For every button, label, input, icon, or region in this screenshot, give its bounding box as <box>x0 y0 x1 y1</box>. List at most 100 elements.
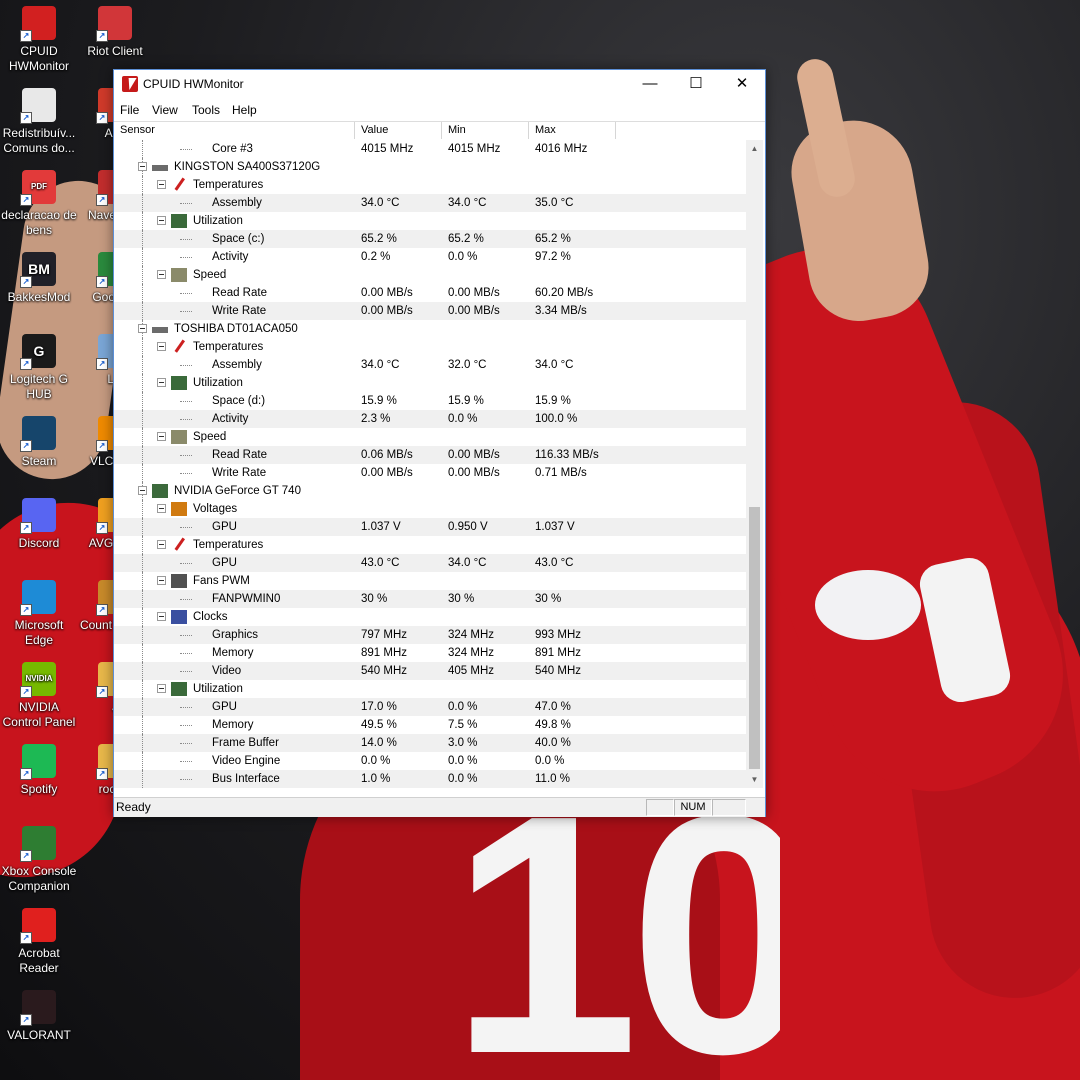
sensor-row[interactable]: FANPWMIN0 30 % 30 % 30 % <box>114 590 746 608</box>
collapse-toggle-icon[interactable] <box>157 180 166 189</box>
sensor-row[interactable]: Space (c:) 65.2 % 65.2 % 65.2 % <box>114 230 746 248</box>
title-bar[interactable]: CPUID HWMonitor — ☐ ✕ <box>114 70 765 100</box>
desktop-icon-declaracao-de-bens[interactable]: PDF ↗ declaracao de bens <box>0 170 78 238</box>
column-min[interactable]: Min <box>442 122 529 139</box>
sensor-row[interactable]: Read Rate 0.06 MB/s 0.00 MB/s 116.33 MB/s <box>114 446 746 464</box>
desktop-icon-microsoft-edge[interactable]: ↗ Microsoft Edge <box>0 580 78 648</box>
disk-icon <box>152 327 168 333</box>
sensor-group-row[interactable]: Utilization <box>114 212 746 230</box>
close-button[interactable]: ✕ <box>719 70 765 100</box>
desktop-icon-cpuid-hwmonitor[interactable]: ↗ CPUID HWMonitor <box>0 6 78 74</box>
sensor-row[interactable]: Write Rate 0.00 MB/s 0.00 MB/s 3.34 MB/s <box>114 302 746 320</box>
sensor-row[interactable]: GPU 17.0 % 0.0 % 47.0 % <box>114 698 746 716</box>
desktop-icon-acrobat-reader[interactable]: ↗ Acrobat Reader <box>0 908 78 976</box>
sensor-row[interactable]: Read Rate 0.00 MB/s 0.00 MB/s 60.20 MB/s <box>114 284 746 302</box>
sensor-row[interactable]: Activity 0.2 % 0.0 % 97.2 % <box>114 248 746 266</box>
sensor-name: Clocks <box>193 611 228 623</box>
collapse-toggle-icon[interactable] <box>157 540 166 549</box>
sensor-name: GPU <box>212 557 237 569</box>
menu-file[interactable]: File <box>120 103 139 117</box>
minimize-button[interactable]: — <box>627 70 673 100</box>
sensor-row[interactable]: Bus Interface 1.0 % 0.0 % 11.0 % <box>114 770 746 788</box>
desktop-icon-bakkesmod[interactable]: BM ↗ BakkesMod <box>0 252 78 305</box>
desktop-icon-redistribu-v-comuns-do[interactable]: ↗ Redistribuív... Comuns do... <box>0 88 78 156</box>
sensor-min: 4015 MHz <box>448 143 501 155</box>
collapse-toggle-icon[interactable] <box>157 216 166 225</box>
collapse-toggle-icon[interactable] <box>157 432 166 441</box>
sensor-row[interactable]: Activity 2.3 % 0.0 % 100.0 % <box>114 410 746 428</box>
sensor-min: 324 MHz <box>448 647 495 659</box>
column-max[interactable]: Max <box>529 122 616 139</box>
sensor-row[interactable]: Core #3 4015 MHz 4015 MHz 4016 MHz <box>114 140 746 158</box>
desktop-icon-valorant[interactable]: ↗ VALORANT <box>0 990 78 1043</box>
sensor-group-row[interactable]: Speed <box>114 428 746 446</box>
sensor-group-row[interactable]: Temperatures <box>114 176 746 194</box>
sensor-group-row[interactable]: Clocks <box>114 608 746 626</box>
menu-view[interactable]: View <box>152 103 178 117</box>
edge-icon: ↗ <box>20 580 56 616</box>
column-value[interactable]: Value <box>355 122 442 139</box>
sensor-row[interactable]: GPU 1.037 V 0.950 V 1.037 V <box>114 518 746 536</box>
status-text: Ready <box>116 800 151 814</box>
sensor-group-row[interactable]: Temperatures <box>114 338 746 356</box>
sensor-row[interactable]: Write Rate 0.00 MB/s 0.00 MB/s 0.71 MB/s <box>114 464 746 482</box>
desktop-icon-steam[interactable]: ↗ Steam <box>0 416 78 469</box>
desktop-icon-logitech-g-hub[interactable]: G ↗ Logitech G HUB <box>0 334 78 402</box>
collapse-toggle-icon[interactable] <box>157 612 166 621</box>
sensor-tree[interactable]: Core #3 4015 MHz 4015 MHz 4016 MHz KINGSTON … <box>114 140 746 788</box>
sensor-row[interactable]: Frame Buffer 14.0 % 3.0 % 40.0 % <box>114 734 746 752</box>
collapse-toggle-icon[interactable] <box>157 504 166 513</box>
collapse-toggle-icon[interactable] <box>138 162 147 171</box>
scroll-down-arrow-icon[interactable]: ▼ <box>746 771 763 788</box>
desktop-icon-riot-client[interactable]: ↗ Riot Client <box>76 6 154 59</box>
sensor-row[interactable]: GPU 43.0 °C 34.0 °C 43.0 °C <box>114 554 746 572</box>
maximize-button[interactable]: ☐ <box>673 70 719 100</box>
device-row[interactable]: KINGSTON SA400S37120G <box>114 158 746 176</box>
sensor-row[interactable]: Memory 49.5 % 7.5 % 49.8 % <box>114 716 746 734</box>
device-row[interactable]: TOSHIBA DT01ACA050 <box>114 320 746 338</box>
collapse-toggle-icon[interactable] <box>157 576 166 585</box>
sensor-row[interactable]: Memory 891 MHz 324 MHz 891 MHz <box>114 644 746 662</box>
scroll-up-arrow-icon[interactable]: ▲ <box>746 140 763 157</box>
sensor-group-row[interactable]: Speed <box>114 266 746 284</box>
device-row[interactable]: NVIDIA GeForce GT 740 <box>114 482 746 500</box>
desktop-icon-discord[interactable]: ↗ Discord <box>0 498 78 551</box>
sensor-row[interactable]: Assembly 34.0 °C 32.0 °C 34.0 °C <box>114 356 746 374</box>
sensor-group-row[interactable]: Fans PWM <box>114 572 746 590</box>
scroll-thumb[interactable] <box>749 507 760 769</box>
collapse-toggle-icon[interactable] <box>138 486 147 495</box>
desktop-icon-nvidia-control-panel[interactable]: NVIDIA ↗ NVIDIA Control Panel <box>0 662 78 730</box>
vertical-scrollbar[interactable]: ▲ ▼ <box>746 140 763 788</box>
collapse-toggle-icon[interactable] <box>157 342 166 351</box>
collapse-toggle-icon[interactable] <box>138 324 147 333</box>
sensor-row[interactable]: Graphics 797 MHz 324 MHz 993 MHz <box>114 626 746 644</box>
hwmonitor-window[interactable]: CPUID HWMonitor — ☐ ✕ File View Tools He… <box>113 69 766 817</box>
sensor-row[interactable]: Assembly 34.0 °C 34.0 °C 35.0 °C <box>114 194 746 212</box>
sensor-row[interactable]: Video 540 MHz 405 MHz 540 MHz <box>114 662 746 680</box>
sensor-group-row[interactable]: Temperatures <box>114 536 746 554</box>
sensor-max: 116.33 MB/s <box>535 449 599 461</box>
sensor-name: Space (d:) <box>212 395 266 407</box>
collapse-toggle-icon[interactable] <box>157 270 166 279</box>
sensor-value: 2.3 % <box>361 413 391 425</box>
collapse-toggle-icon[interactable] <box>157 378 166 387</box>
column-sensor[interactable]: Sensor <box>114 122 355 139</box>
sensor-max: 40.0 % <box>535 737 571 749</box>
desktop-icon-spotify[interactable]: ↗ Spotify <box>0 744 78 797</box>
collapse-toggle-icon[interactable] <box>157 684 166 693</box>
sensor-group-row[interactable]: Utilization <box>114 680 746 698</box>
pdf-icon: PDF ↗ <box>20 170 56 206</box>
sensor-name: Memory <box>212 647 254 659</box>
shortcut-arrow-icon: ↗ <box>20 30 32 42</box>
sensor-row[interactable]: Video Engine 0.0 % 0.0 % 0.0 % <box>114 752 746 770</box>
sensor-group-row[interactable]: Utilization <box>114 374 746 392</box>
desktop-icon-xbox-console-companion[interactable]: ↗ Xbox Console Companion <box>0 826 78 894</box>
sensor-row[interactable]: Space (d:) 15.9 % 15.9 % 15.9 % <box>114 392 746 410</box>
menu-help[interactable]: Help <box>232 103 257 117</box>
speed-gauge-icon <box>171 430 187 444</box>
menu-tools[interactable]: Tools <box>192 103 220 117</box>
sensor-group-row[interactable]: Voltages <box>114 500 746 518</box>
voltage-icon <box>171 502 187 516</box>
sensor-value: 15.9 % <box>361 395 397 407</box>
tree-branch-line <box>180 257 192 258</box>
